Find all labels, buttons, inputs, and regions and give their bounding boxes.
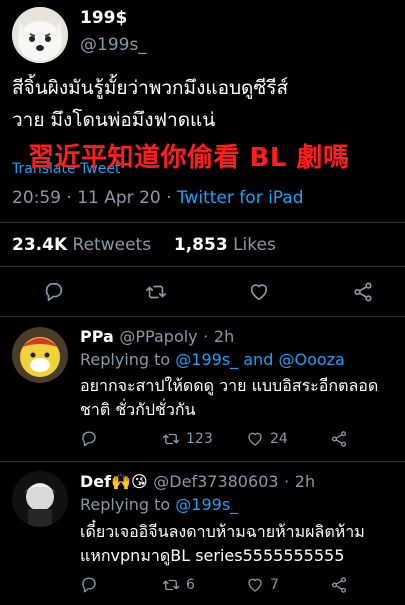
divider [0, 266, 405, 267]
divider [0, 316, 405, 317]
reply-display-name[interactable]: Def🙌😘 [80, 472, 148, 491]
divider [0, 461, 405, 462]
reply-text: เดี๋ยวเจออิจีนลงดาบห้ามฉายห้ามผลิตห้าม แ… [80, 520, 400, 568]
divider [0, 222, 405, 223]
like-button[interactable]: 24 [246, 430, 288, 448]
share-button[interactable] [352, 281, 374, 303]
share-icon [354, 282, 372, 302]
like-button[interactable]: 7 [246, 576, 279, 594]
retweet-count: 123 [186, 431, 213, 447]
reply-text-line-2: ชาติ ชั่วกัปชั่วกัน [80, 400, 196, 419]
reply-author: Def🙌😘 @Def37380603 · 2h [80, 472, 315, 491]
tweet-text: สีจิ้นผิงมันรู้มั้ยว่าพวกมึงแอบดูซีรีส์ … [12, 72, 397, 136]
reply-time: 2h [213, 327, 235, 346]
reply-text-line-1: เดี๋ยวเจออิจีนลงดาบห้ามฉายห้ามผลิตห้าม [80, 522, 365, 541]
reply-icon [82, 577, 96, 593]
retweet-button[interactable]: 123 [162, 430, 213, 448]
tweet-text-line-1: สีจิ้นผิงมันรู้มั้ยว่าพวกมึงแอบดูซีรีส์ [12, 77, 289, 99]
meta-separator: · [166, 188, 177, 208]
author-display-name[interactable]: 199$ [80, 8, 127, 28]
like-count: 24 [270, 431, 288, 447]
reply-avatar[interactable] [12, 327, 68, 383]
like-icon [248, 578, 262, 592]
reply-button[interactable] [80, 576, 98, 594]
retweets-label: Retweets [72, 235, 152, 255]
retweet-button[interactable] [145, 281, 167, 303]
retweet-button[interactable]: 6 [162, 576, 195, 594]
tweet-time: 20:59 [12, 188, 61, 208]
replying-and: and [243, 350, 274, 369]
reply-button[interactable] [80, 430, 98, 448]
tweet-date: 11 Apr 20 [77, 188, 161, 208]
reply-icon [45, 282, 63, 302]
tweet-source-link[interactable]: Twitter for iPad [177, 188, 304, 208]
retweet-count: 6 [186, 577, 195, 593]
like-count: 7 [270, 577, 279, 593]
like-icon [248, 432, 262, 446]
mention-link[interactable]: @199s_ [175, 495, 238, 514]
reply-time: 2h [294, 472, 316, 491]
likes-count: 1,853 [173, 235, 228, 255]
like-button[interactable] [248, 281, 270, 303]
meta-separator: · [284, 472, 290, 491]
reply-button[interactable] [43, 281, 65, 303]
meta-separator: · [66, 188, 78, 208]
share-button[interactable] [330, 430, 348, 448]
author-handle[interactable]: @199s_ [80, 35, 147, 55]
retweet-icon [162, 579, 180, 591]
reply-text: อยากจะสาปให้ดดดู วาย แบบอิสระอีกตลอด ชาต… [80, 374, 400, 422]
tweet-text-line-2: วาย มึงโดนพ่อมึงฟาดแน่ [12, 109, 216, 131]
tweet-stats: 23.4K Retweets 1,853 Likes [12, 235, 276, 255]
retweet-icon [146, 285, 166, 299]
reply-icon [82, 431, 96, 447]
replying-to: Replying to @199s_ [80, 495, 238, 514]
retweets-stat[interactable]: 23.4K Retweets [12, 235, 151, 255]
replying-to-label: Replying to [80, 495, 171, 514]
replying-to: Replying to @199s_ and @Oooza [80, 350, 345, 369]
replying-to-label: Replying to [80, 350, 171, 369]
reply-handle[interactable]: @PPapoly [119, 327, 197, 346]
reply-text-line-2: แหกvpnมาดูBL series5555555555 [80, 546, 345, 565]
likes-stat[interactable]: 1,853 Likes [174, 235, 276, 255]
meta-separator: · [203, 327, 209, 346]
reply-display-name[interactable]: PPa [80, 327, 114, 346]
share-icon [331, 577, 347, 593]
reply-text-line-1: อยากจะสาปให้ดดดู วาย แบบอิสระอีกตลอด [80, 376, 379, 395]
tweet-meta: 20:59 · 11 Apr 20 · Twitter for iPad [12, 188, 304, 208]
reply-avatar[interactable] [12, 471, 68, 527]
mention-link[interactable]: @199s_ [175, 350, 238, 369]
retweets-count: 23.4K [12, 235, 68, 255]
chinese-caption-overlay: 習近平知道你偷看 BL 劇嗎 [28, 143, 350, 173]
share-icon [331, 431, 347, 447]
likes-label: Likes [233, 235, 276, 255]
share-button[interactable] [330, 576, 348, 594]
mention-link[interactable]: @Oooza [278, 350, 344, 369]
reply-author: PPa @PPapoly · 2h [80, 327, 234, 346]
reply-handle[interactable]: @Def37380603 [153, 472, 278, 491]
like-icon [250, 284, 268, 301]
author-avatar[interactable] [12, 7, 68, 63]
retweet-icon [162, 433, 180, 445]
